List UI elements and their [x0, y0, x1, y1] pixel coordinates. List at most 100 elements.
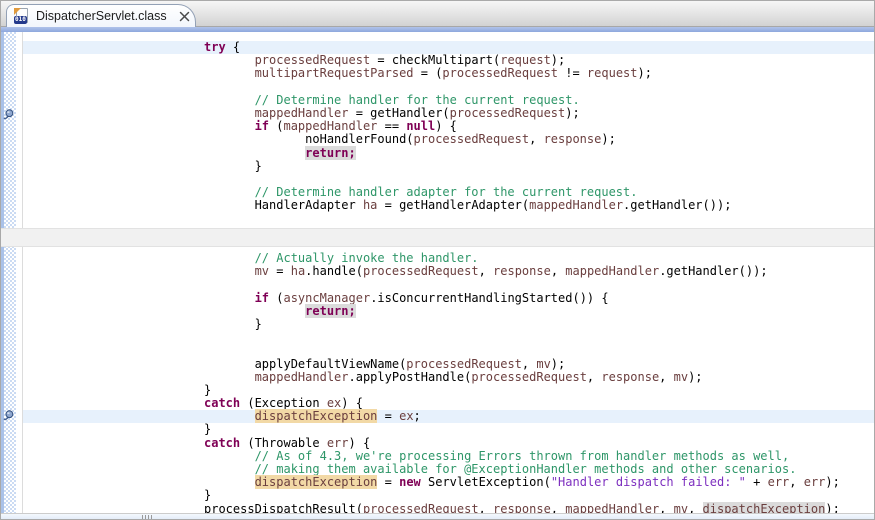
code-token: );	[551, 53, 565, 67]
code-token: response	[493, 264, 551, 278]
code-line[interactable]: mv = ha.handle(processedRequest, respons…	[204, 265, 874, 278]
code-token: (Throwable	[240, 436, 327, 450]
code-token: ) {	[435, 119, 457, 133]
code-token: +	[746, 475, 768, 489]
code-token: mappedHandler	[204, 106, 349, 120]
code-token: =	[377, 475, 399, 489]
code-token: err	[768, 475, 790, 489]
code-line[interactable]: }	[204, 318, 874, 331]
code-token: = getHandler(	[349, 106, 450, 120]
code-token: processedRequest	[363, 264, 479, 278]
code-line[interactable]: return;	[204, 147, 874, 160]
code-token: mv	[536, 357, 550, 371]
code-token: null	[406, 119, 435, 133]
code-token: // Determine handler adapter for the cur…	[204, 185, 637, 199]
code-token: ;	[414, 409, 421, 423]
code-token: mappedHandler	[204, 370, 349, 384]
code-line[interactable]: return;	[204, 305, 874, 318]
code-token: ha	[363, 198, 377, 212]
code-token: ==	[377, 119, 406, 133]
code-token: return;	[305, 304, 356, 318]
code-token: multipartRequestParsed	[204, 66, 414, 80]
code-token: ha	[291, 264, 305, 278]
code-token	[204, 304, 305, 318]
code-token: // making them available for @ExceptionH…	[204, 462, 796, 476]
code-token: response	[544, 132, 602, 146]
code-token: (Exception	[240, 396, 327, 410]
code-token: new	[399, 475, 421, 489]
code-line[interactable]: dispatchException = new ServletException…	[204, 476, 874, 489]
code-token: );	[638, 66, 652, 80]
code-token: catch	[204, 396, 240, 410]
code-token: ) {	[341, 396, 363, 410]
code-token: mv	[204, 264, 269, 278]
code-token: }	[204, 422, 211, 436]
code-token: }	[204, 383, 211, 397]
code-token: mv	[674, 370, 688, 384]
code-token: (	[269, 291, 283, 305]
code-token: ServletException(	[421, 475, 551, 489]
close-icon[interactable]	[179, 9, 190, 23]
code-token: .handle(	[305, 264, 363, 278]
code-line[interactable]	[204, 331, 874, 344]
code-token: = (	[414, 66, 443, 80]
code-token: );	[551, 357, 565, 371]
code-token	[204, 475, 255, 489]
code-token: !=	[558, 66, 587, 80]
code-area[interactable]: try { processedRequest = checkMultipart(…	[23, 32, 874, 519]
tab-title: DispatcherServlet.class	[36, 9, 167, 23]
code-line[interactable]: mappedHandler.applyPostHandle(processedR…	[204, 371, 874, 384]
horizontal-scrollbar-track[interactable]	[1, 513, 874, 519]
class-file-icon-fold	[14, 8, 21, 15]
code-token: // Actually invoke the handler.	[204, 251, 479, 265]
code-token: "Handler dispatch failed: "	[551, 475, 746, 489]
code-token: =	[377, 409, 399, 423]
code-token: HandlerAdapter	[204, 198, 363, 212]
gutter-search-marker-icon[interactable]	[2, 409, 15, 422]
class-file-icon-badge: 010	[14, 16, 27, 24]
annotation-ruler[interactable]	[1, 32, 16, 513]
code-token: err	[804, 475, 826, 489]
class-file-icon: 010	[14, 8, 30, 24]
code-token: .isConcurrentHandlingStarted()) {	[370, 291, 608, 305]
code-token: err	[327, 436, 349, 450]
code-token: request	[587, 66, 638, 80]
code-token: (	[269, 119, 283, 133]
tab-dispatcherservlet[interactable]: 010 DispatcherServlet.class	[6, 4, 196, 27]
code-token: try	[204, 40, 226, 54]
code-line[interactable]	[204, 226, 874, 239]
code-token: processedRequest	[414, 132, 530, 146]
code-line[interactable]: HandlerAdapter ha = getHandlerAdapter(ma…	[204, 199, 874, 212]
code-token: ,	[529, 132, 543, 146]
code-token: ex	[327, 396, 341, 410]
code-token: dispatchException	[255, 409, 378, 423]
code-token	[204, 409, 255, 423]
code-token	[204, 146, 305, 160]
scrollbar-grip[interactable]	[142, 515, 153, 519]
eclipse-editor-window: 010 DispatcherServlet.class	[0, 0, 875, 520]
code-token: }	[204, 159, 262, 173]
code-token: if	[255, 291, 269, 305]
gutter-search-marker-icon[interactable]	[2, 108, 15, 121]
code-token: dispatchException	[255, 475, 378, 489]
code-token: ,	[789, 475, 803, 489]
code-line[interactable]: multipartRequestParsed = (processedReque…	[204, 67, 874, 80]
code-token: mappedHandler	[565, 264, 659, 278]
code-token: // As of 4.3, we're processing Errors th…	[204, 449, 789, 463]
code-token: catch	[204, 436, 240, 450]
code-token: ,	[522, 357, 536, 371]
code-token: ) {	[349, 436, 371, 450]
code-token	[204, 291, 255, 305]
code-line[interactable]: }	[204, 160, 874, 173]
code-token: // Determine handler for the current req…	[204, 93, 580, 107]
code-token: processedRequest	[442, 66, 558, 80]
code-line[interactable]	[204, 212, 874, 225]
code-token: asyncManager	[283, 291, 370, 305]
code-token: ,	[587, 370, 601, 384]
code-token: noHandlerFound(	[204, 132, 414, 146]
code-token: );	[825, 475, 839, 489]
code-token: .getHandler());	[659, 264, 767, 278]
code-token: return;	[305, 146, 356, 160]
code-token: }	[204, 317, 262, 331]
code-line[interactable]: dispatchException = ex;	[23, 410, 874, 423]
